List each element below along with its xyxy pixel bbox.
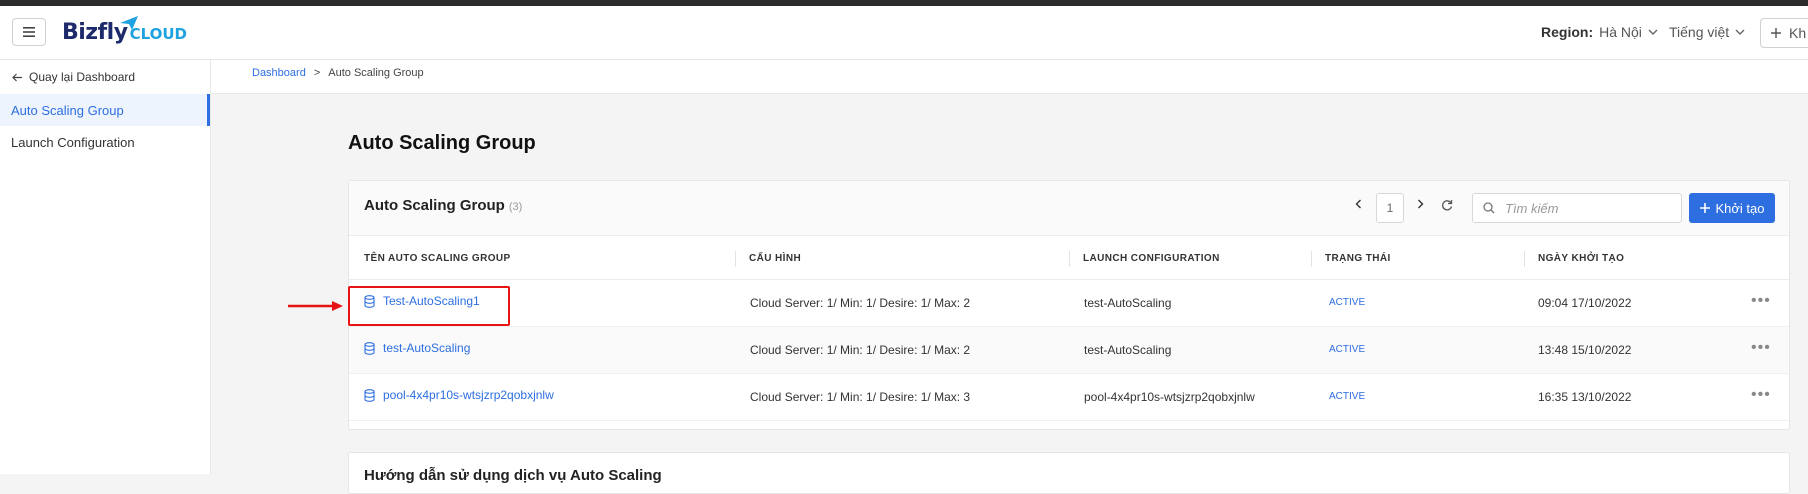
- column-divider: [1311, 251, 1312, 267]
- column-header-created[interactable]: NGÀY KHỞI TẠO: [1538, 253, 1624, 264]
- refresh-button[interactable]: [1441, 199, 1453, 211]
- asg-table-card: Auto Scaling Group(3) 1 Khởi tạo TÊN AUT…: [348, 180, 1790, 430]
- sidebar-item-label: Auto Scaling Group: [11, 102, 124, 118]
- chevron-down-icon: [1735, 29, 1745, 35]
- column-header-status[interactable]: TRẠNG THÁI: [1325, 253, 1391, 264]
- table-row: pool-4x4pr10s-wtsjzrp2qobxjnlw Cloud Ser…: [349, 374, 1789, 421]
- menu-button[interactable]: [12, 18, 46, 46]
- asg-name-link[interactable]: test-AutoScaling: [364, 341, 470, 355]
- status-badge: ACTIVE: [1329, 344, 1366, 355]
- sidebar-item-auto-scaling-group[interactable]: Auto Scaling Group: [0, 94, 210, 126]
- chevron-left-icon: [1355, 199, 1361, 209]
- plus-icon: [1771, 28, 1781, 38]
- prev-page-button[interactable]: [1355, 199, 1362, 209]
- next-page-button[interactable]: [1417, 199, 1424, 209]
- table-row: Test-AutoScaling1 Cloud Server: 1/ Min: …: [349, 280, 1789, 327]
- item-count: (3): [508, 201, 523, 213]
- region-value: Hà Nội: [1599, 24, 1642, 40]
- config-cell: Cloud Server: 1/ Min: 1/ Desire: 1/ Max:…: [750, 343, 971, 357]
- database-icon: [364, 388, 375, 402]
- guide-card-title: Hướng dẫn sử dụng dịch vụ Auto Scaling: [364, 467, 662, 484]
- hamburger-icon: [23, 27, 35, 37]
- arrow-left-icon: [12, 73, 22, 81]
- language-value: Tiếng việt: [1669, 24, 1730, 40]
- card-header: Auto Scaling Group(3) 1 Khởi tạo: [349, 181, 1789, 236]
- create-button-label: Khởi tạo: [1715, 200, 1765, 216]
- created-date-cell: 16:35 13/10/2022: [1538, 390, 1632, 404]
- refresh-icon: [1442, 200, 1453, 211]
- logo-text-cloud: CLOUD: [129, 25, 187, 43]
- card-title: Auto Scaling Group (3): [364, 197, 522, 214]
- table-row: test-AutoScaling Cloud Server: 1/ Min: 1…: [349, 327, 1789, 374]
- launch-config-cell: test-AutoScaling: [1084, 343, 1172, 357]
- column-header-name[interactable]: TÊN AUTO SCALING GROUP: [364, 253, 511, 264]
- more-actions-button[interactable]: •••: [1751, 386, 1771, 404]
- launch-config-cell: pool-4x4pr10s-wtsjzrp2qobxjnlw: [1084, 390, 1255, 404]
- launch-config-cell: test-AutoScaling: [1084, 296, 1172, 310]
- card-title-text: Auto Scaling Group: [364, 197, 505, 214]
- asg-name-text: test-AutoScaling: [383, 341, 471, 355]
- breadcrumb: Dashboard > Auto Scaling Group: [252, 67, 424, 79]
- page-number-input[interactable]: 1: [1376, 193, 1404, 223]
- asg-name-text: pool-4x4pr10s-wtsjzrp2qobxjnlw: [383, 388, 554, 402]
- status-badge: ACTIVE: [1329, 391, 1366, 402]
- header-create-label: Kh: [1789, 25, 1807, 41]
- more-actions-button[interactable]: •••: [1751, 292, 1771, 310]
- status-badge: ACTIVE: [1329, 297, 1366, 308]
- created-date-cell: 13:48 15/10/2022: [1538, 343, 1632, 357]
- region-label: Region:: [1541, 24, 1594, 40]
- database-icon: [364, 341, 375, 355]
- search-icon: [1483, 202, 1495, 214]
- column-divider: [1069, 251, 1070, 267]
- search-input[interactable]: [1503, 199, 1657, 217]
- sidebar-item-launch-configuration[interactable]: Launch Configuration: [0, 126, 210, 158]
- asg-name-link[interactable]: pool-4x4pr10s-wtsjzrp2qobxjnlw: [364, 388, 554, 402]
- breadcrumb-dashboard-link[interactable]: Dashboard: [252, 67, 306, 79]
- config-cell: Cloud Server: 1/ Min: 1/ Desire: 1/ Max:…: [750, 390, 971, 404]
- sidebar: Quay lại Dashboard Auto Scaling Group La…: [0, 60, 211, 474]
- create-button[interactable]: Khởi tạo: [1689, 193, 1775, 223]
- annotation-arrow-icon: [288, 301, 343, 311]
- plus-icon: [1699, 203, 1710, 213]
- bizfly-logo[interactable]: Bizfly CLOUD: [62, 16, 187, 50]
- top-header: Bizfly CLOUD Region: Hà Nội Tiếng việt K…: [0, 6, 1808, 60]
- logo-text-bizfly: Bizfly: [62, 20, 128, 45]
- column-header-config[interactable]: CẤU HÌNH: [749, 253, 801, 264]
- annotation-highlight-box: [348, 286, 510, 326]
- chevron-down-icon: [1648, 29, 1658, 35]
- language-selector[interactable]: Tiếng việt: [1669, 24, 1745, 40]
- breadcrumb-bar: Dashboard > Auto Scaling Group: [211, 60, 1808, 94]
- breadcrumb-current: Auto Scaling Group: [328, 67, 424, 79]
- paper-plane-icon: [120, 16, 138, 30]
- config-cell: Cloud Server: 1/ Min: 1/ Desire: 1/ Max:…: [750, 296, 971, 310]
- column-divider: [735, 251, 736, 267]
- page-title: Auto Scaling Group: [348, 132, 536, 154]
- search-box[interactable]: [1472, 193, 1682, 223]
- region-selector[interactable]: Region: Hà Nội: [1541, 24, 1658, 40]
- column-divider: [1524, 251, 1525, 267]
- guide-card: Hướng dẫn sử dụng dịch vụ Auto Scaling: [348, 452, 1790, 494]
- table-header: TÊN AUTO SCALING GROUP CẤU HÌNH LAUNCH C…: [349, 235, 1789, 280]
- column-header-launch[interactable]: LAUNCH CONFIGURATION: [1083, 253, 1220, 264]
- chevron-right-icon: [1418, 199, 1424, 209]
- created-date-cell: 09:04 17/10/2022: [1538, 296, 1632, 310]
- header-create-button[interactable]: Kh: [1760, 18, 1808, 48]
- sidebar-item-label: Launch Configuration: [11, 134, 135, 150]
- back-label: Quay lại Dashboard: [29, 70, 136, 84]
- back-to-dashboard-link[interactable]: Quay lại Dashboard: [12, 70, 135, 84]
- more-actions-button[interactable]: •••: [1751, 339, 1771, 357]
- breadcrumb-separator: >: [313, 67, 321, 79]
